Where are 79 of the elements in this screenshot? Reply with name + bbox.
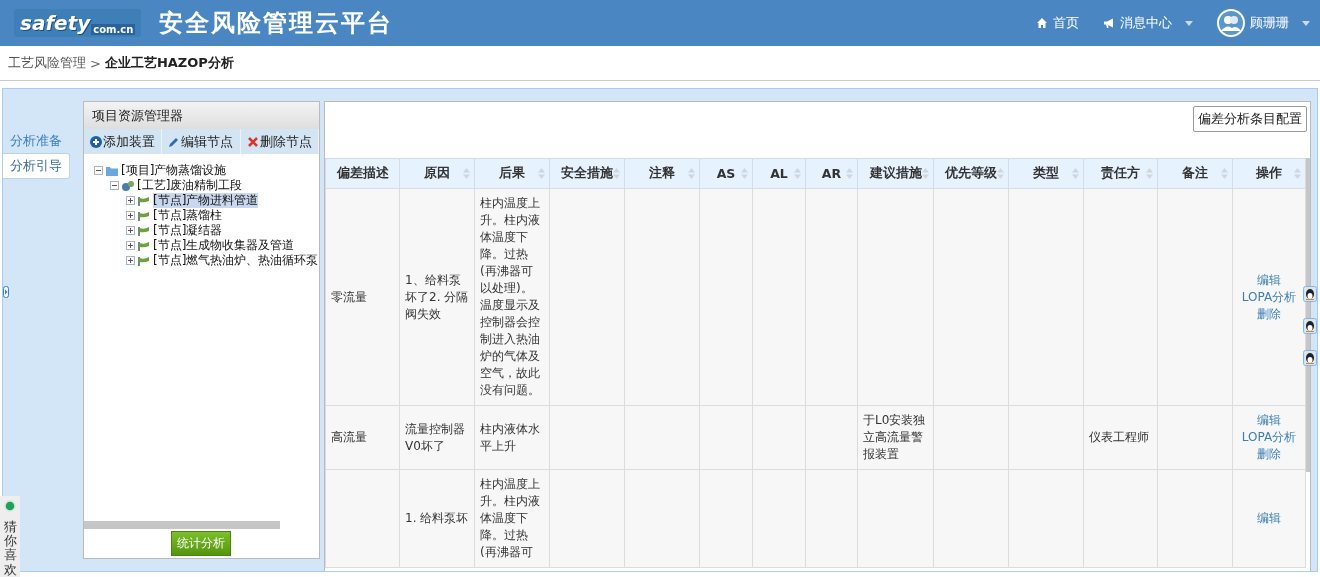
config-button[interactable]: 偏差分析条目配置 [1193, 106, 1307, 132]
tree-toggle-icon[interactable] [94, 166, 103, 175]
action-link[interactable]: 删除 [1238, 446, 1300, 463]
action-link[interactable]: 编辑 [1238, 510, 1300, 527]
flag-icon [137, 239, 151, 252]
tree-toggle-icon[interactable] [126, 256, 135, 265]
column-header[interactable]: 原因 [399, 158, 475, 189]
column-header[interactable]: AR [805, 158, 858, 189]
breadcrumb-current: 企业工艺HAZOP分析 [104, 54, 234, 72]
column-header[interactable]: AL [752, 158, 806, 189]
penguin-icon[interactable] [1303, 318, 1317, 334]
action-link[interactable]: 删除 [1238, 305, 1300, 323]
column-header[interactable]: 安全措施 [549, 158, 625, 189]
column-header[interactable]: 备注 [1157, 158, 1233, 189]
tree-item[interactable]: [节点]产物进料管道 [153, 193, 259, 208]
column-header[interactable]: 责任方 [1083, 158, 1158, 189]
status-dot-icon [4, 499, 16, 512]
toolbar-button[interactable]: 编辑节点 [162, 129, 241, 154]
tree-toggle-icon[interactable] [126, 241, 135, 250]
app-title: 安全风险管理云平台 [159, 8, 394, 39]
tree-item[interactable]: [节点]燃气热油炉、热油循环泵 [153, 253, 319, 268]
user-menu[interactable]: 顾珊珊 [1217, 9, 1310, 37]
add-icon [90, 135, 103, 148]
recommend-widget[interactable]: 猜你喜欢 [0, 495, 20, 577]
column-header[interactable]: 建议措施 [857, 158, 934, 189]
tree-toggle-icon[interactable] [126, 211, 135, 220]
penguin-icon[interactable] [1303, 286, 1317, 302]
panel-title: 项目资源管理器 [84, 102, 319, 129]
action-link[interactable]: 编辑 [1238, 412, 1300, 429]
user-avatar-icon [1217, 9, 1245, 37]
action-link[interactable]: 编辑 [1238, 271, 1300, 289]
table-cell: 流量控制器V0坏了 [405, 421, 465, 453]
flag-icon [137, 194, 151, 207]
delete-icon [246, 135, 259, 148]
column-header[interactable]: 类型 [1008, 158, 1084, 189]
tree-item[interactable]: [节点]蒸馏柱 [153, 208, 223, 223]
widget-label: 猜你喜欢 [3, 519, 17, 577]
nav-link[interactable]: 首页 [1036, 14, 1079, 32]
column-header[interactable]: 偏差描述 [325, 158, 400, 189]
side-tab[interactable]: 分析引导 [3, 153, 70, 179]
tree-toggle-icon[interactable] [126, 196, 135, 205]
table-cell: 于L0安装独立高流量警报装置 [863, 413, 926, 461]
flag-icon [137, 254, 151, 267]
pencil-icon [168, 135, 181, 148]
flag-icon [137, 224, 151, 237]
table-cell: 柱内液体水平上升 [480, 421, 540, 453]
tree-item[interactable]: [工艺]废油精制工段 [137, 178, 243, 193]
tree-toggle-icon[interactable] [126, 226, 135, 235]
column-header[interactable]: 注释 [624, 158, 700, 189]
tree-toggle-icon[interactable] [110, 181, 119, 190]
table-cell: 柱内温度上升。柱内液体温度下降。过热(再沸器可 [480, 477, 540, 559]
toolbar-button[interactable]: 添加装置 [84, 129, 163, 154]
nav-link[interactable]: 消息中心 [1103, 14, 1193, 32]
megaphone-icon [1103, 17, 1115, 29]
penguin-icon[interactable] [1303, 350, 1317, 366]
table-cell: 1. 给料泵坏 [405, 511, 469, 525]
column-header[interactable]: AS [699, 158, 753, 189]
table-cell: 仪表工程师 [1089, 430, 1149, 444]
home-icon [1036, 17, 1048, 29]
tree-item[interactable]: [节点]生成物收集器及管道 [153, 238, 295, 253]
column-header[interactable]: 优先等级 [933, 158, 1009, 189]
table-cell: 柱内温度上升。柱内液体温度下降。过热(再沸器可以处理)。温度显示及控制器会控制进入热油炉的气体及空气，故此没有问题。 [480, 196, 540, 397]
tree-item[interactable]: [节点]凝结器 [153, 223, 223, 238]
table-cell: 零流量 [331, 289, 367, 304]
tree-item[interactable]: [项目]产物蒸馏设施 [121, 163, 227, 178]
action-link[interactable]: LOPA分析 [1238, 288, 1300, 306]
breadcrumb-link[interactable]: 工艺风险管理 [8, 54, 86, 72]
toolbar-button[interactable]: 删除节点 [240, 129, 319, 154]
gears-icon [121, 179, 135, 192]
action-link[interactable]: LOPA分析 [1238, 429, 1300, 446]
column-header[interactable]: 后果 [474, 158, 550, 189]
folder-icon [105, 164, 119, 177]
table-cell: 1、给料泵坏了2. 分隔阀失效 [405, 272, 469, 321]
column-header[interactable]: 操作 [1232, 158, 1306, 189]
scrollbar[interactable] [84, 521, 280, 529]
flag-icon [137, 209, 151, 222]
expand-handle-icon[interactable] [3, 286, 9, 298]
breadcrumb-separator: > [90, 55, 101, 71]
table-cell: 高流量 [331, 430, 367, 444]
